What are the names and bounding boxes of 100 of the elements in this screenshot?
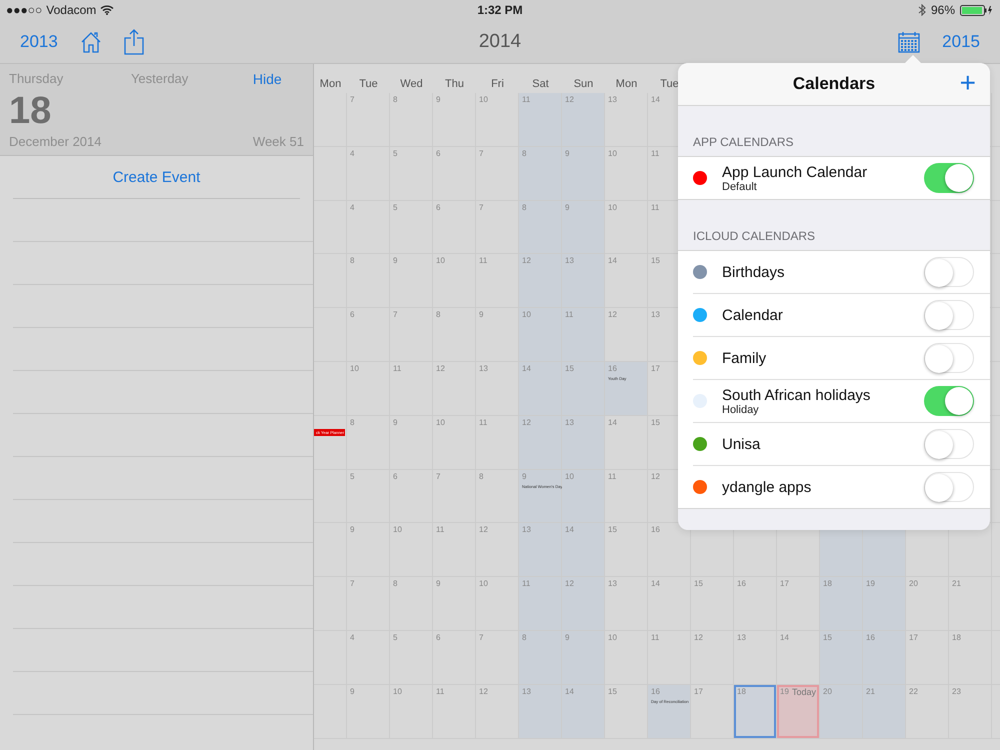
day-cell[interactable]: 12 xyxy=(476,684,519,739)
day-cell[interactable]: 7 xyxy=(347,577,390,631)
create-event-button[interactable]: Create Event xyxy=(13,156,300,199)
day-cell[interactable]: 9 xyxy=(433,93,476,147)
day-cell[interactable]: 6 xyxy=(433,200,476,254)
day-cell[interactable]: 6 xyxy=(390,470,433,524)
day-cell[interactable]: 13 xyxy=(519,684,562,739)
day-cell[interactable]: 8 xyxy=(347,254,390,308)
day-cell[interactable]: 14 xyxy=(777,630,820,685)
day-cell[interactable] xyxy=(314,577,347,631)
day-cell[interactable]: 11 xyxy=(476,254,519,308)
day-cell[interactable]: 12 xyxy=(519,254,562,308)
day-cell[interactable]: 12 xyxy=(433,362,476,416)
day-cell[interactable]: 10 xyxy=(390,684,433,739)
day-cell[interactable]: 8 xyxy=(433,308,476,362)
day-cell[interactable]: 11 xyxy=(476,416,519,470)
day-cell[interactable]: 11 xyxy=(605,470,648,524)
day-cell[interactable]: 13 xyxy=(519,523,562,578)
day-cell[interactable] xyxy=(314,308,347,362)
previous-year-link[interactable]: 2013 xyxy=(20,32,58,52)
day-cell[interactable]: 10 xyxy=(476,577,519,631)
day-cell[interactable]: 13 xyxy=(605,577,648,631)
day-cell[interactable]: 10 xyxy=(605,200,648,254)
day-cell[interactable]: 6 xyxy=(347,308,390,362)
day-cell[interactable]: 8 xyxy=(347,416,390,470)
day-cell[interactable]: 14 xyxy=(519,362,562,416)
hide-link[interactable]: Hide xyxy=(252,71,304,93)
day-cell[interactable]: 7 xyxy=(347,93,390,147)
day-cell[interactable] xyxy=(314,254,347,308)
day-cell[interactable]: 10 xyxy=(433,254,476,308)
day-cell[interactable]: 5 xyxy=(390,200,433,254)
day-cell[interactable]: 21 xyxy=(949,577,992,631)
add-button[interactable]: + xyxy=(960,69,976,97)
day-cell[interactable]: 10 xyxy=(519,308,562,362)
yesterday-link[interactable]: Yesterday xyxy=(130,71,253,93)
day-cell[interactable]: 13 xyxy=(476,362,519,416)
day-cell[interactable] xyxy=(314,362,347,416)
day-cell[interactable]: 8 xyxy=(519,200,562,254)
day-cell[interactable]: 18 xyxy=(820,577,863,631)
day-cell[interactable]: 12 xyxy=(562,577,605,631)
day-cell[interactable]: 8 xyxy=(519,146,562,201)
toggle-switch[interactable] xyxy=(924,472,974,502)
day-cell[interactable] xyxy=(314,630,347,685)
day-cell[interactable]: 12 xyxy=(691,630,734,685)
day-cell[interactable]: 9 xyxy=(347,523,390,578)
day-cell[interactable]: 9 xyxy=(347,684,390,739)
day-cell[interactable]: 11 xyxy=(562,308,605,362)
home-icon[interactable] xyxy=(80,30,102,52)
day-cell[interactable]: 4 xyxy=(347,146,390,201)
day-cell[interactable]: 11 xyxy=(648,630,691,685)
day-cell[interactable]: 5 xyxy=(347,470,390,524)
toggle-switch[interactable] xyxy=(924,163,974,193)
day-cell[interactable]: 8 xyxy=(390,93,433,147)
day-cell[interactable]: 5 xyxy=(390,630,433,685)
day-cell[interactable]: 18 xyxy=(949,630,992,685)
next-year-link[interactable]: 2015 xyxy=(942,32,980,52)
day-cell[interactable]: 15 xyxy=(605,523,648,578)
day-cell[interactable]: 9 xyxy=(390,416,433,470)
day-cell[interactable]: 15 xyxy=(605,684,648,739)
day-cell[interactable]: 12 xyxy=(605,308,648,362)
toggle-switch[interactable] xyxy=(924,300,974,330)
day-cell[interactable]: 7 xyxy=(433,470,476,524)
day-cell[interactable]: 16 xyxy=(648,523,691,578)
day-cell[interactable]: 23 xyxy=(949,684,992,739)
toggle-switch[interactable] xyxy=(924,386,974,416)
day-cell[interactable]: 15 xyxy=(820,630,863,685)
day-cell[interactable] xyxy=(314,523,347,578)
day-cell[interactable]: 16 xyxy=(734,577,777,631)
day-cell[interactable]: 18 xyxy=(734,684,777,739)
day-cell[interactable]: 13 xyxy=(562,254,605,308)
day-cell[interactable]: 9 xyxy=(562,146,605,201)
day-cell[interactable]: 7 xyxy=(476,630,519,685)
day-cell[interactable]: 6 xyxy=(433,146,476,201)
day-cell[interactable]: 9 xyxy=(433,577,476,631)
day-cell[interactable]: 15 xyxy=(562,362,605,416)
day-cell[interactable]: 12 xyxy=(562,93,605,147)
day-cell[interactable]: 17 xyxy=(691,684,734,739)
day-cell[interactable]: 17 xyxy=(777,577,820,631)
day-cell[interactable]: 10 xyxy=(433,416,476,470)
toggle-switch[interactable] xyxy=(924,429,974,459)
day-cell[interactable] xyxy=(314,146,347,201)
calendar-icon[interactable] xyxy=(898,30,920,52)
day-cell[interactable]: 11 xyxy=(519,577,562,631)
day-cell[interactable] xyxy=(314,470,347,524)
day-cell[interactable]: 12 xyxy=(519,416,562,470)
day-cell[interactable]: 10 xyxy=(347,362,390,416)
day-cell[interactable]: 9 xyxy=(562,630,605,685)
day-cell[interactable]: 4 xyxy=(347,630,390,685)
day-cell[interactable]: 5 xyxy=(390,146,433,201)
day-cell[interactable]: 19 Today xyxy=(777,684,820,739)
day-cell[interactable]: 12 xyxy=(476,523,519,578)
day-cell[interactable]: 8 xyxy=(390,577,433,631)
day-cell[interactable]: 10 xyxy=(562,470,605,524)
day-cell[interactable]: 14 xyxy=(562,523,605,578)
day-cell[interactable]: 10 xyxy=(476,93,519,147)
share-icon[interactable] xyxy=(124,28,144,54)
day-cell[interactable]: 10 xyxy=(605,630,648,685)
day-cell[interactable]: 11 xyxy=(390,362,433,416)
day-cell[interactable]: 15 xyxy=(691,577,734,631)
day-cell[interactable]: 21 xyxy=(863,684,906,739)
